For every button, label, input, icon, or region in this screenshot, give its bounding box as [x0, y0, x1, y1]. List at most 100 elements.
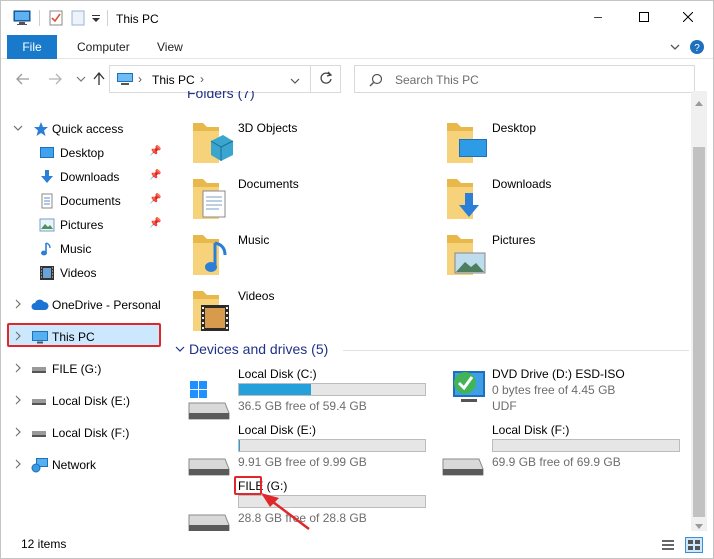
- chevron-down-icon[interactable]: [175, 343, 185, 357]
- search-box[interactable]: Search This PC: [354, 65, 695, 93]
- music-folder-icon: [189, 229, 235, 281]
- item-count: 12 items: [21, 537, 67, 551]
- breadcrumb-separator[interactable]: ›: [200, 72, 204, 86]
- maximize-button[interactable]: [621, 1, 667, 35]
- folder-videos[interactable]: Videos: [171, 283, 421, 339]
- sidebar-item-network[interactable]: Network: [1, 453, 167, 477]
- pin-icon[interactable]: 📌: [149, 194, 161, 205]
- drive-free-space: 69.9 GB free of 69.9 GB: [492, 455, 621, 469]
- new-folder-icon[interactable]: [71, 10, 85, 29]
- folder-desktop[interactable]: Desktop: [425, 115, 675, 171]
- minimize-icon: ─: [594, 12, 602, 24]
- vertical-scrollbar[interactable]: [691, 91, 707, 531]
- folder-3d-objects[interactable]: 3D Objects: [171, 115, 421, 171]
- computer-icon: [116, 72, 134, 89]
- pin-icon[interactable]: 📌: [149, 146, 161, 157]
- tab-file[interactable]: File: [7, 35, 57, 59]
- cloud-icon: [31, 297, 49, 313]
- folder-pictures[interactable]: Pictures: [425, 227, 675, 283]
- drive-f[interactable]: Local Disk (F:) 69.9 GB free of 69.9 GB: [425, 423, 680, 479]
- tab-view[interactable]: View: [145, 35, 195, 59]
- pin-icon[interactable]: 📌: [149, 218, 161, 229]
- up-button[interactable]: [91, 71, 107, 87]
- breadcrumb-this-pc[interactable]: This PC: [152, 73, 195, 87]
- chevron-down-icon[interactable]: [13, 123, 23, 136]
- drive-usage-bar: [492, 439, 680, 452]
- folders-group-header[interactable]: Folders (7): [187, 91, 255, 101]
- customize-toolbar-icon[interactable]: [91, 13, 101, 27]
- content-pane: Folders (7) 3D Objects Desktop Documents…: [171, 91, 691, 531]
- chevron-right-icon[interactable]: [13, 427, 23, 440]
- sidebar-item-label: Pictures: [60, 218, 104, 232]
- network-icon: [31, 457, 48, 473]
- sidebar-item-local-disk-e[interactable]: Local Disk (E:): [1, 389, 167, 413]
- drive-c[interactable]: Local Disk (C:) 36.5 GB free of 59.4 GB: [171, 367, 426, 423]
- chevron-right-icon[interactable]: [13, 299, 23, 312]
- chevron-right-icon[interactable]: [13, 363, 23, 376]
- drives-group-header[interactable]: Devices and drives (5): [189, 341, 328, 357]
- sidebar-item-pictures[interactable]: Pictures 📌: [1, 213, 167, 237]
- downloads-folder-icon: [443, 173, 489, 225]
- drive-icon: [439, 437, 487, 477]
- sidebar-item-label: OneDrive - Personal: [52, 298, 161, 312]
- documents-icon: [39, 193, 55, 209]
- drive-usage-fill: [239, 440, 241, 451]
- minimize-button[interactable]: ─: [575, 1, 621, 35]
- sidebar-item-downloads[interactable]: Downloads 📌: [1, 165, 167, 189]
- address-history-icon[interactable]: [290, 74, 300, 88]
- sidebar-item-label: Documents: [60, 194, 121, 208]
- tab-computer[interactable]: Computer: [65, 35, 142, 59]
- sidebar-item-onedrive[interactable]: OneDrive - Personal: [1, 293, 167, 317]
- dvd-drive-icon: [439, 367, 487, 407]
- music-icon: [39, 241, 55, 257]
- sidebar-item-documents[interactable]: Documents 📌: [1, 189, 167, 213]
- search-input[interactable]: Search This PC: [395, 73, 479, 87]
- folder-downloads[interactable]: Downloads: [425, 171, 675, 227]
- folder-label: Videos: [238, 289, 275, 303]
- drive-name: Local Disk (C:): [238, 367, 317, 381]
- chevron-right-icon[interactable]: [13, 395, 23, 408]
- sidebar-item-videos[interactable]: Videos: [1, 261, 167, 285]
- this-pc-icon[interactable]: [13, 10, 31, 29]
- drive-icon: [185, 437, 233, 477]
- drive-icon: [31, 428, 47, 444]
- videos-folder-icon: [189, 285, 235, 337]
- forward-button[interactable]: [47, 71, 63, 87]
- computer-icon: [31, 329, 48, 345]
- breadcrumb-separator[interactable]: ›: [138, 72, 142, 86]
- close-button[interactable]: [665, 1, 711, 35]
- scroll-thumb[interactable]: [693, 147, 705, 517]
- drive-d[interactable]: DVD Drive (D:) ESD-ISO 0 bytes free of 4…: [425, 367, 679, 423]
- chevron-right-icon[interactable]: [13, 331, 23, 344]
- chevron-right-icon[interactable]: [13, 459, 23, 472]
- drive-usage-bar: [238, 439, 426, 452]
- group-divider: [343, 350, 689, 351]
- sidebar-item-label: Music: [60, 242, 92, 256]
- refresh-button[interactable]: [311, 65, 341, 93]
- videos-icon: [39, 265, 55, 281]
- sidebar-item-this-pc[interactable]: This PC: [1, 325, 167, 349]
- drive-name: Local Disk (E:): [238, 423, 317, 437]
- sidebar-item-file-g[interactable]: FILE (G:): [1, 357, 167, 381]
- sidebar-item-desktop[interactable]: Desktop 📌: [1, 141, 167, 165]
- properties-icon[interactable]: [49, 10, 63, 29]
- folder-label: Music: [238, 233, 270, 247]
- documents-folder-icon: [189, 173, 235, 225]
- sidebar-item-music[interactable]: Music: [1, 237, 167, 261]
- back-button[interactable]: [15, 71, 31, 87]
- large-icons-view-icon[interactable]: [685, 537, 703, 553]
- folder-music[interactable]: Music: [171, 227, 421, 283]
- recent-locations-button[interactable]: [73, 71, 89, 87]
- scroll-up-icon[interactable]: [695, 95, 703, 109]
- pin-icon[interactable]: 📌: [149, 170, 161, 181]
- expand-ribbon-icon[interactable]: [667, 39, 683, 55]
- sidebar-item-quick-access[interactable]: Quick access: [1, 117, 167, 141]
- drive-e[interactable]: Local Disk (E:) 9.91 GB free of 9.99 GB: [171, 423, 426, 479]
- svg-text:?: ?: [694, 43, 700, 54]
- address-bar[interactable]: › This PC ›: [109, 65, 311, 93]
- help-icon[interactable]: ?: [689, 39, 705, 55]
- sidebar-item-local-disk-f[interactable]: Local Disk (F:): [1, 421, 167, 445]
- folder-label: Pictures: [492, 233, 536, 247]
- details-view-icon[interactable]: [661, 538, 675, 555]
- folder-documents[interactable]: Documents: [171, 171, 421, 227]
